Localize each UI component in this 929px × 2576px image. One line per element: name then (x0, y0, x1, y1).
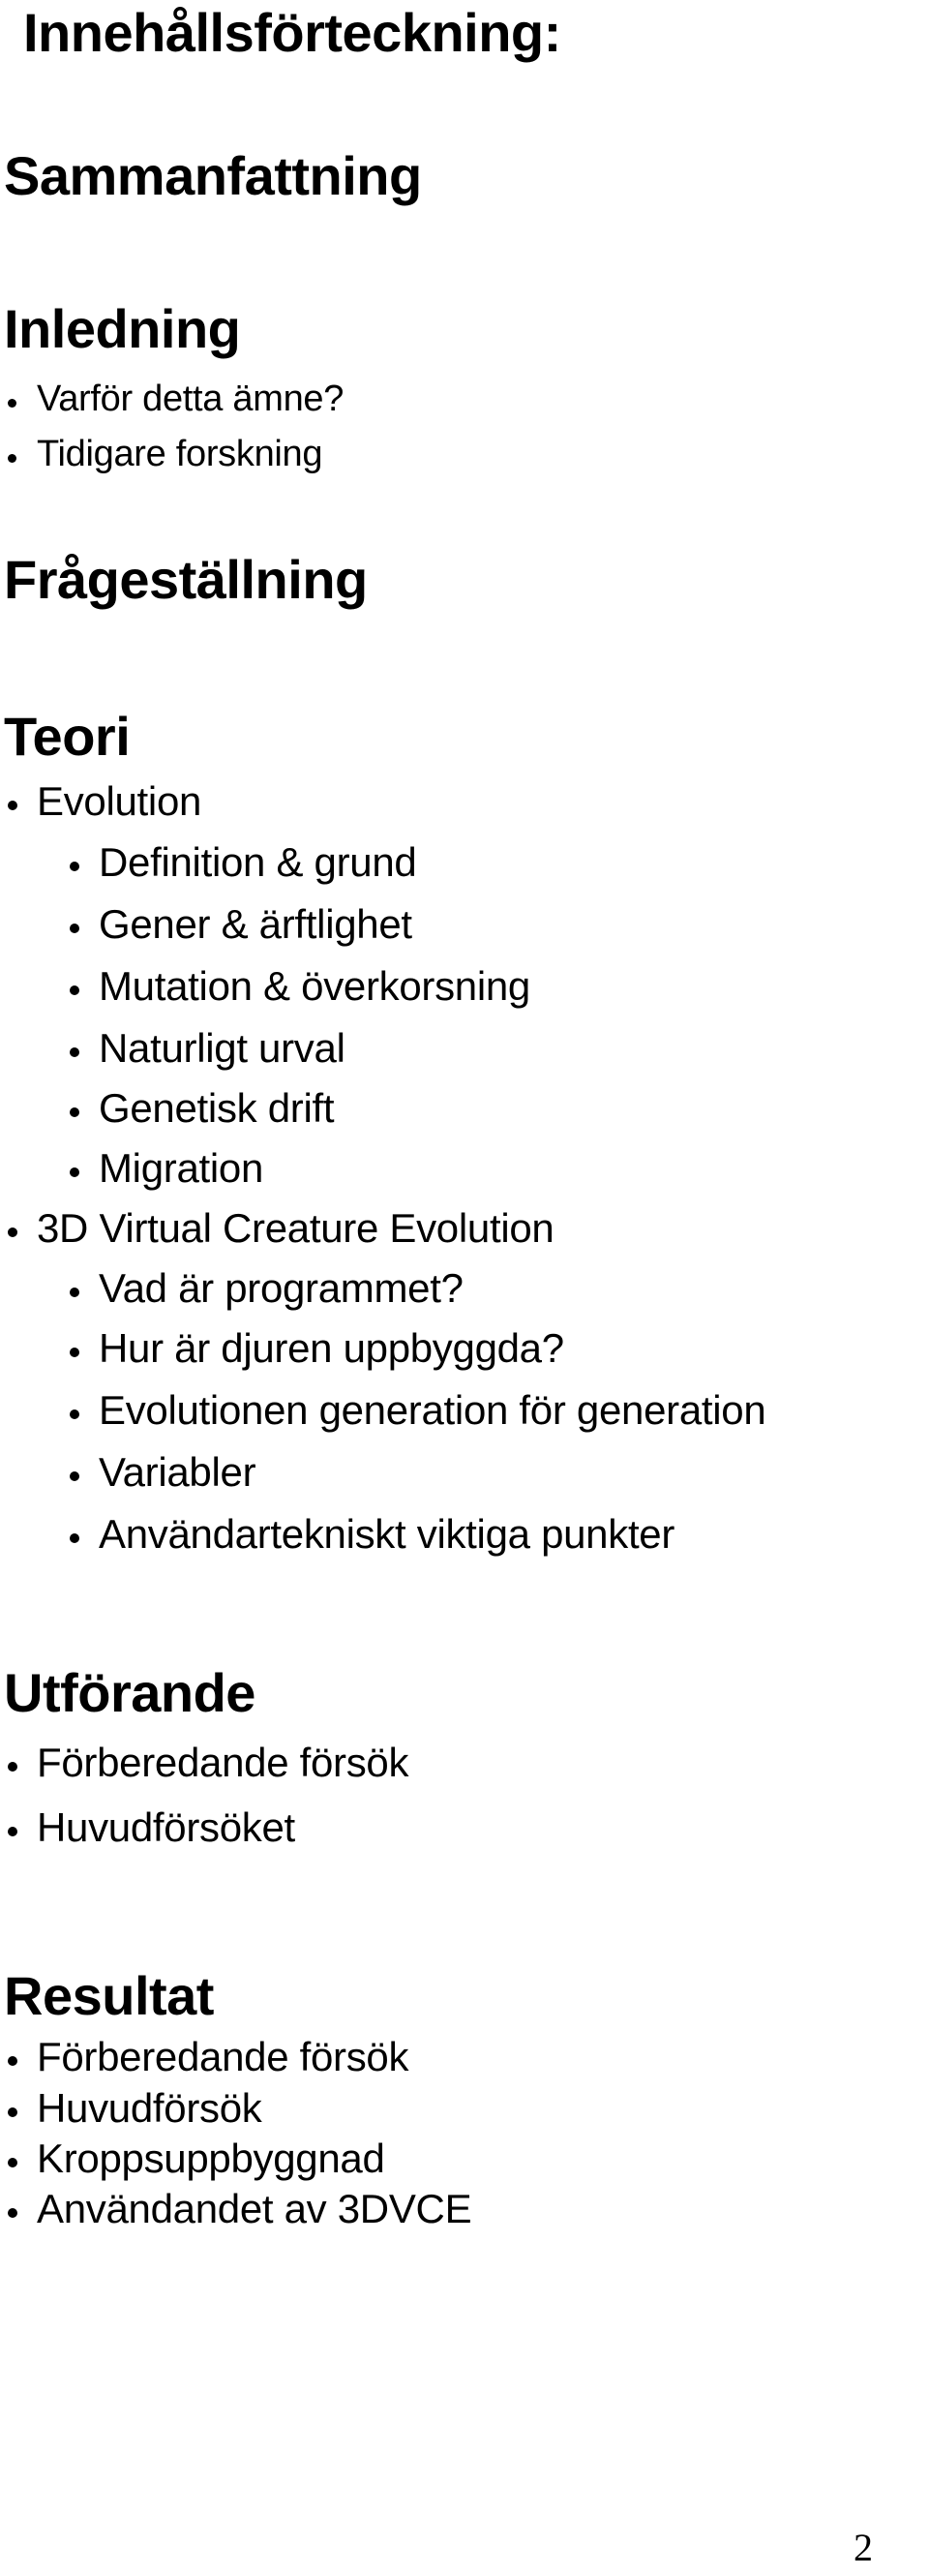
section-heading-teori: Teori (4, 706, 131, 767)
bullet-icon (70, 1047, 79, 1057)
list-item-label: Vad är programmet? (99, 1265, 464, 1311)
bullet-icon (70, 924, 79, 933)
list-item-label: 3D Virtual Creature Evolution (37, 1205, 554, 1251)
page-number: 2 (854, 2526, 873, 2569)
list-item-label: Gener & ärftlighet (99, 901, 412, 947)
bullet-icon (70, 1348, 79, 1357)
list-item-label: Hur är djuren uppbyggda? (99, 1325, 564, 1371)
list-item-label: Varför detta ämne? (37, 379, 345, 419)
list-item: Evolution (8, 777, 202, 826)
list-item: Kroppsuppbyggnad (8, 2135, 385, 2183)
list-item-label: Evolution (37, 778, 202, 824)
sub-list-item: Migration (70, 1144, 264, 1193)
bullet-icon (8, 1762, 17, 1772)
list-item-label: Användandet av 3DVCE (37, 2186, 472, 2231)
section-heading-fragestallning: Frågeställning (4, 549, 368, 610)
list-item-label: Användartekniskt viktiga punkter (99, 1511, 675, 1557)
bullet-icon (70, 862, 79, 871)
list-item-label: Mutation & överkorsning (99, 963, 530, 1009)
bullet-icon (70, 1288, 79, 1297)
list-item: Huvudförsök (8, 2084, 262, 2133)
list-item-label: Förberedande försök (37, 2034, 409, 2079)
document-title: Innehållsförteckning: (23, 2, 561, 63)
bullet-icon (70, 1533, 79, 1543)
list-item-label: Huvudförsöket (37, 1804, 295, 1850)
bullet-icon (8, 1227, 17, 1237)
bullet-icon (70, 1471, 79, 1481)
section-heading-sammanfattning: Sammanfattning (4, 145, 422, 206)
sub-list-item: Genetisk drift (70, 1084, 335, 1133)
bullet-icon (70, 985, 79, 995)
section-heading-inledning: Inledning (4, 298, 241, 359)
sub-list-item: Variabler (70, 1448, 256, 1497)
bullet-icon (70, 1107, 79, 1117)
sub-list-item: Definition & grund (70, 838, 417, 887)
bullet-icon (8, 2107, 17, 2117)
section-heading-utforande: Utförande (4, 1662, 255, 1723)
list-item: Varför detta ämne? (8, 378, 345, 422)
sub-list-item: Användartekniskt viktiga punkter (70, 1510, 675, 1559)
bullet-icon (8, 2208, 17, 2218)
sub-list-item: Vad är programmet? (70, 1264, 464, 1313)
sub-list-item: Gener & ärftlighet (70, 900, 412, 949)
list-item: Tidigare forskning (8, 433, 323, 477)
list-item-label: Tidigare forskning (37, 434, 323, 474)
sub-list-item: Mutation & överkorsning (70, 962, 530, 1011)
list-item: 3D Virtual Creature Evolution (8, 1204, 554, 1253)
bullet-icon (8, 399, 16, 408)
bullet-icon (8, 1827, 17, 1836)
bullet-icon (70, 1409, 79, 1419)
list-item: Förberedande försök (8, 2033, 409, 2081)
list-item-label: Förberedande försök (37, 1740, 409, 1785)
list-item-label: Genetisk drift (99, 1085, 335, 1131)
list-item-label: Huvudförsök (37, 2085, 262, 2131)
list-item-label: Migration (99, 1145, 264, 1191)
list-item-label: Naturligt urval (99, 1025, 345, 1071)
sub-list-item: Naturligt urval (70, 1024, 345, 1073)
list-item-label: Definition & grund (99, 839, 417, 885)
bullet-icon (8, 2158, 17, 2167)
bullet-icon (8, 801, 17, 810)
list-item-label: Kroppsuppbyggnad (37, 2136, 385, 2181)
list-item-label: Evolutionen generation för generation (99, 1387, 766, 1433)
sub-list-item: Hur är djuren uppbyggda? (70, 1324, 564, 1373)
section-heading-resultat: Resultat (4, 1965, 214, 2026)
sub-list-item: Evolutionen generation för generation (70, 1386, 766, 1435)
bullet-icon (8, 454, 16, 463)
bullet-icon (8, 2056, 17, 2066)
list-item: Huvudförsöket (8, 1803, 295, 1852)
list-item-label: Variabler (99, 1449, 256, 1495)
bullet-icon (70, 1167, 79, 1177)
list-item: Förberedande försök (8, 1739, 409, 1787)
list-item: Användandet av 3DVCE (8, 2185, 472, 2233)
